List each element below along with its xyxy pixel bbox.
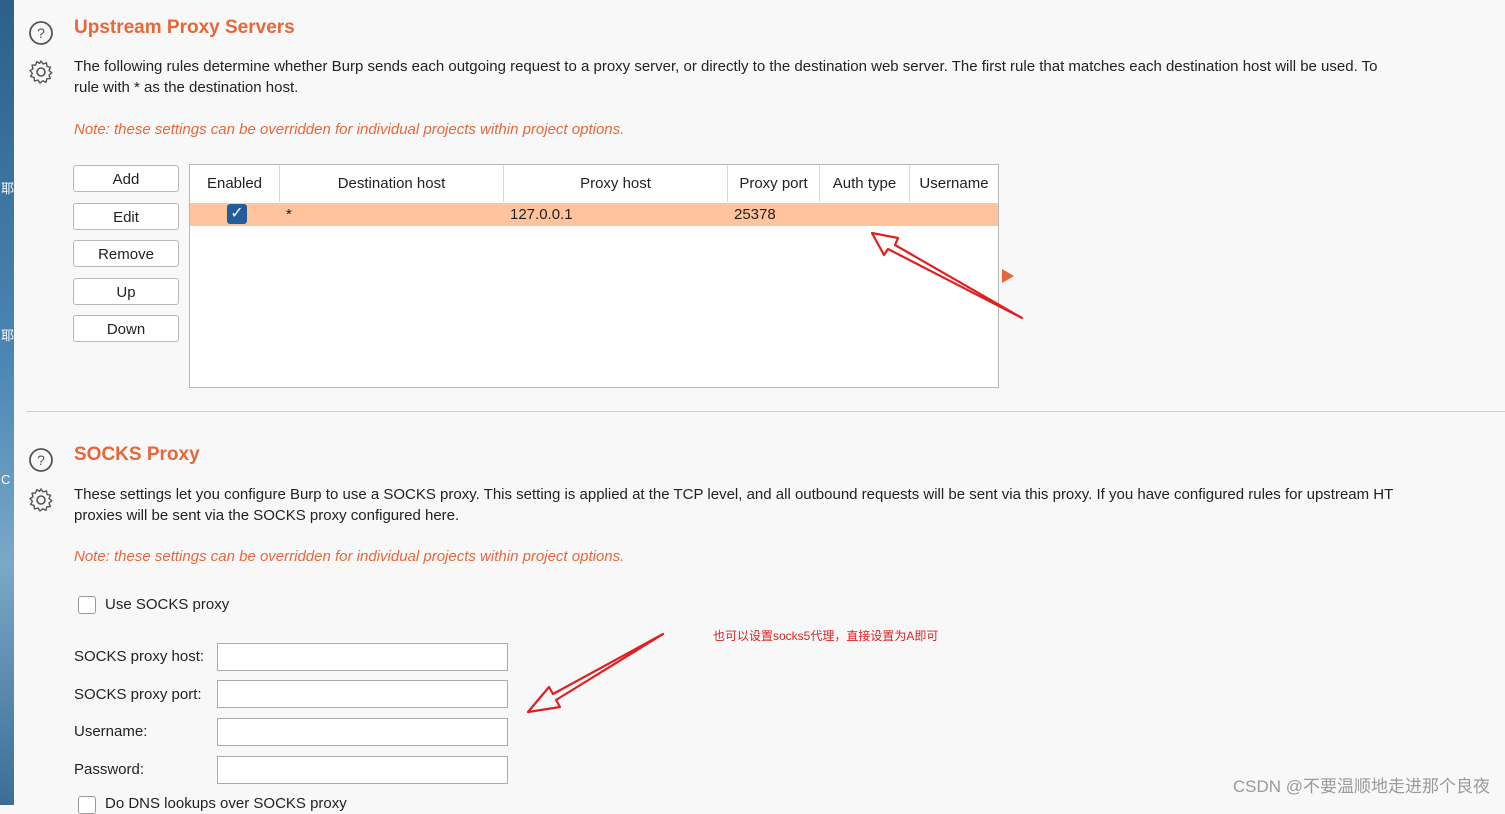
section-divider <box>26 411 1505 412</box>
socks-host-label: SOCKS proxy host: <box>74 648 205 665</box>
use-socks-label: Use SOCKS proxy <box>105 596 230 613</box>
password-input[interactable] <box>217 756 508 784</box>
column-header-proxy-host[interactable]: Proxy host <box>504 165 728 202</box>
down-button[interactable]: Down <box>73 315 179 342</box>
annotation-text: 也可以设置socks5代理，直接设置为A即可 <box>713 629 939 643</box>
help-icon[interactable]: ? <box>28 20 54 46</box>
column-header-enabled[interactable]: Enabled <box>190 165 280 202</box>
username-label: Username: <box>74 723 148 740</box>
column-header-auth-type[interactable]: Auth type <box>820 165 910 202</box>
desktop-background-strip: 耶 耶 C <box>0 0 14 805</box>
description-line: rule with * as the destination host. <box>74 79 299 96</box>
upstream-rules-table: Enabled Destination host Proxy host Prox… <box>189 164 999 388</box>
svg-text:?: ? <box>37 25 45 41</box>
socks-host-input[interactable] <box>217 643 508 671</box>
up-button[interactable]: Up <box>73 278 179 305</box>
column-header-proxy-port[interactable]: Proxy port <box>728 165 820 202</box>
dns-over-socks-label: Do DNS lookups over SOCKS proxy <box>105 795 347 812</box>
desktop-label: 耶 <box>1 181 15 196</box>
column-header-destination-host[interactable]: Destination host <box>280 165 504 202</box>
remove-button[interactable]: Remove <box>73 240 179 267</box>
username-input[interactable] <box>217 718 508 746</box>
socks-port-input[interactable] <box>217 680 508 708</box>
description-line: These settings let you configure Burp to… <box>74 486 1394 503</box>
column-header-username[interactable]: Username <box>910 165 998 202</box>
password-label: Password: <box>74 761 145 778</box>
desktop-label: C <box>1 472 11 487</box>
triangle-right-icon[interactable] <box>1002 269 1014 283</box>
section-note-upstream: Note: these settings can be overridden f… <box>74 121 625 138</box>
section-note-socks: Note: these settings can be overridden f… <box>74 548 625 565</box>
section-title-upstream: Upstream Proxy Servers <box>74 17 295 38</box>
section-description-socks: These settings let you configure Burp to… <box>74 484 1505 526</box>
use-socks-checkbox[interactable] <box>78 596 96 614</box>
proxy-host-cell: 127.0.0.1 <box>510 206 573 223</box>
add-button[interactable]: Add <box>73 165 179 192</box>
options-panel: ? Upstream Proxy Servers The following r… <box>14 0 1505 814</box>
destination-host-cell: * <box>286 206 292 223</box>
dns-over-socks-checkbox[interactable] <box>78 796 96 814</box>
description-line: proxies will be sent via the SOCKS proxy… <box>74 507 460 524</box>
svg-text:?: ? <box>37 452 45 468</box>
gear-icon[interactable] <box>28 487 54 513</box>
watermark: CSDN @不要温顺地走进那个良夜 <box>1232 777 1490 796</box>
gear-icon[interactable] <box>28 59 54 85</box>
socks-port-label: SOCKS proxy port: <box>74 686 202 703</box>
proxy-port-cell: 25378 <box>734 206 776 223</box>
section-title-socks: SOCKS Proxy <box>74 444 200 465</box>
section-description-upstream: The following rules determine whether Bu… <box>74 56 1505 98</box>
description-line: The following rules determine whether Bu… <box>74 58 1378 75</box>
table-row[interactable]: ✓ * 127.0.0.1 25378 <box>190 203 998 226</box>
enabled-checkbox[interactable]: ✓ <box>227 204 247 224</box>
help-icon[interactable]: ? <box>28 447 54 473</box>
edit-button[interactable]: Edit <box>73 203 179 230</box>
desktop-label: 耶 <box>1 328 15 343</box>
